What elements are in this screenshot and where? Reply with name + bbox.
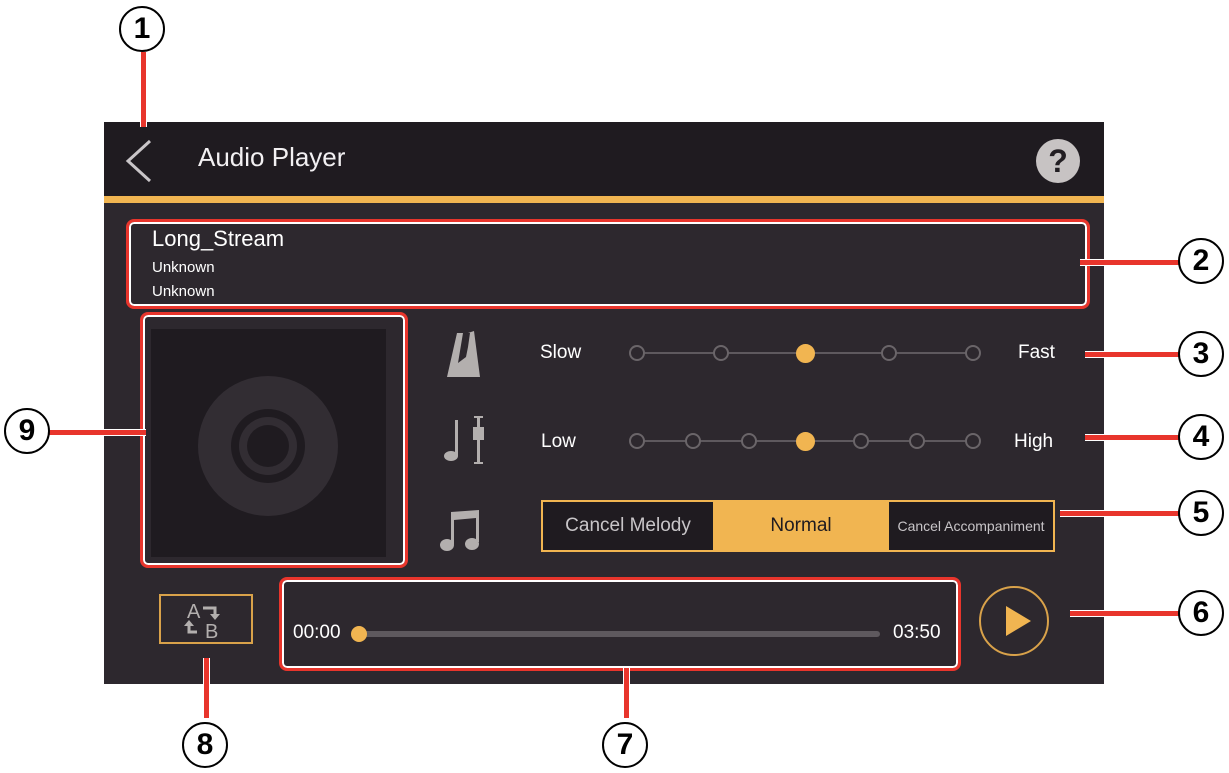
- callout-2: 2: [1178, 238, 1224, 284]
- callout-8-leader: [203, 658, 210, 718]
- part-option-normal[interactable]: Normal: [713, 502, 889, 550]
- part-selector: Cancel Melody Normal Cancel Accompaniment: [541, 500, 1055, 552]
- chevron-left-icon: [125, 139, 152, 183]
- title-bar: Audio Player ?: [104, 122, 1104, 196]
- song-album: Unknown: [152, 283, 215, 300]
- callout-6: 6: [1178, 590, 1224, 636]
- callout-9: 9: [4, 408, 50, 454]
- callout-6-leader: [1070, 610, 1180, 617]
- progress-knob[interactable]: [351, 626, 367, 642]
- callout-3-leader: [1085, 351, 1180, 358]
- callout-2-leader: [1080, 259, 1180, 266]
- title-divider: [104, 196, 1104, 203]
- callout-4: 4: [1178, 414, 1224, 460]
- audio-player-screen: Audio Player ? Long_Stream Unknown Unkno…: [104, 122, 1104, 684]
- key-step-3[interactable]: [741, 433, 757, 449]
- current-time: 00:00: [293, 622, 341, 643]
- callout-1: 1: [119, 6, 165, 52]
- total-time: 03:50: [893, 622, 941, 643]
- tempo-min-label: Slow: [540, 342, 582, 363]
- tempo-slider[interactable]: [629, 343, 981, 363]
- disc-hole: [247, 425, 289, 467]
- tempo-step-4[interactable]: [881, 345, 897, 361]
- callout-1-leader: [140, 52, 147, 127]
- callout-4-leader: [1085, 434, 1180, 441]
- tempo-step-3[interactable]: [796, 344, 815, 363]
- callout-5: 5: [1178, 490, 1224, 536]
- part-option-cancel-accompaniment[interactable]: Cancel Accompaniment: [889, 502, 1053, 550]
- progress-bar[interactable]: [359, 631, 880, 637]
- key-step-6[interactable]: [909, 433, 925, 449]
- callout-8: 8: [182, 722, 228, 768]
- help-button[interactable]: ?: [1036, 139, 1080, 183]
- ab-repeat-button[interactable]: A B: [159, 594, 253, 644]
- callout-5-leader: [1060, 510, 1180, 517]
- key-step-1[interactable]: [629, 433, 645, 449]
- note-pitch-icon: [444, 416, 484, 464]
- ab-repeat-icon: A B: [184, 601, 220, 643]
- tempo-step-2[interactable]: [713, 345, 729, 361]
- song-artist: Unknown: [152, 259, 215, 276]
- key-step-4[interactable]: [796, 432, 815, 451]
- callout-3: 3: [1178, 331, 1224, 377]
- play-icon: [1006, 606, 1031, 636]
- key-step-5[interactable]: [853, 433, 869, 449]
- play-button[interactable]: [979, 586, 1049, 656]
- key-max-label: High: [1014, 431, 1054, 452]
- page-title: Audio Player: [198, 142, 346, 172]
- back-button[interactable]: [122, 138, 156, 184]
- key-min-label: Low: [541, 431, 576, 452]
- callout-7-leader: [623, 668, 630, 718]
- tempo-step-5[interactable]: [965, 345, 981, 361]
- key-step-7[interactable]: [965, 433, 981, 449]
- music-notes-icon: [440, 510, 479, 551]
- key-slider[interactable]: [629, 431, 981, 451]
- callout-7: 7: [602, 722, 648, 768]
- ab-label-b: B: [205, 621, 218, 642]
- key-step-2[interactable]: [685, 433, 701, 449]
- part-option-cancel-melody[interactable]: Cancel Melody: [543, 502, 713, 550]
- progress-panel: [279, 577, 961, 671]
- song-title: Long_Stream: [152, 226, 285, 251]
- ab-label-a: A: [187, 601, 201, 623]
- tempo-max-label: Fast: [1018, 342, 1055, 363]
- tempo-step-1[interactable]: [629, 345, 645, 361]
- metronome-icon: [447, 331, 480, 377]
- callout-9-leader: [48, 429, 146, 436]
